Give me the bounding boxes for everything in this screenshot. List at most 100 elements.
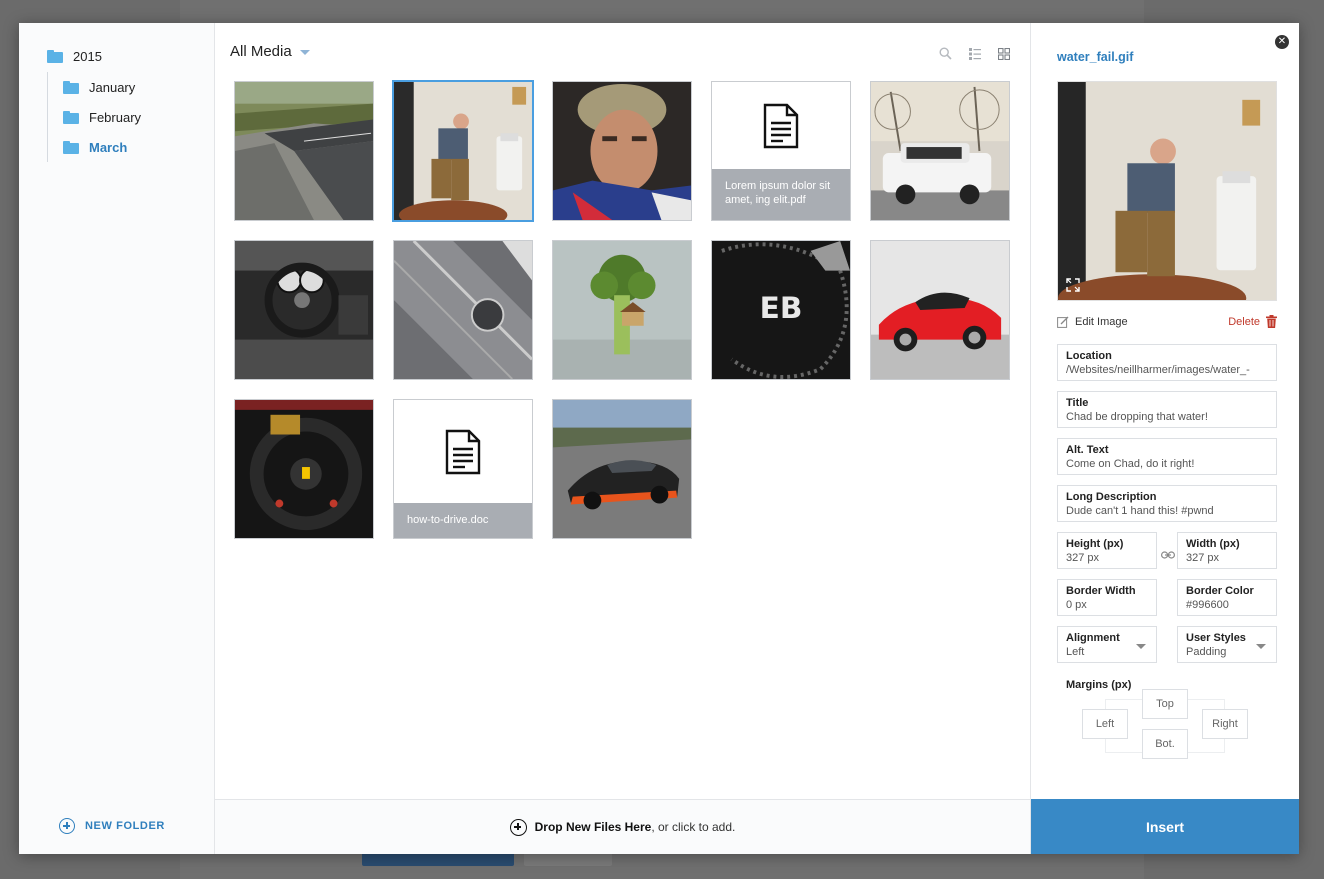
close-icon[interactable]: ✕ [1275,35,1289,49]
media-tile-ferrari-wheel[interactable] [234,399,374,539]
media-tile-water-fail[interactable] [393,81,533,221]
width-field[interactable]: Width (px) 327 px [1177,532,1277,569]
list-view-icon[interactable] [969,47,981,60]
title-field[interactable]: Title Chad be dropping that water! [1057,391,1277,428]
delete-button[interactable]: Delete [1228,315,1277,328]
long-description-field[interactable]: Long Description Dude can't 1 hand this!… [1057,485,1277,522]
image-preview [1057,81,1277,301]
file-caption: how-to-drive.doc [394,503,532,538]
border-color-field[interactable]: Border Color #996600 [1177,579,1277,616]
margin-bottom-input[interactable]: Bot. [1142,729,1188,759]
border-width-value: 0 px [1066,599,1087,611]
expand-icon[interactable] [1066,278,1080,292]
folder-label: March [89,139,128,155]
grid-view-icon[interactable] [998,47,1010,60]
media-tile-suv[interactable] [870,81,1010,221]
location-field[interactable]: Location /Websites/neillharmer/images/wa… [1057,344,1277,381]
media-filter-label: All Media [230,42,292,60]
height-label: Height (px) [1066,538,1124,550]
location-label: Location [1066,350,1112,362]
new-folder-button[interactable]: NEW FOLDER [59,818,165,834]
edit-icon [1057,316,1069,328]
folder-label: 2015 [73,48,102,64]
edit-image-button[interactable]: Edit Image [1057,316,1128,328]
broccoli-treehouse-image [553,241,691,379]
margin-top-input[interactable]: Top [1142,689,1188,719]
folder-icon [47,49,63,63]
red-sports-car-image [871,241,1009,379]
white-suv-image [871,82,1009,220]
delete-label: Delete [1228,315,1260,328]
folder-march[interactable]: March [63,132,214,162]
folder-tree: 2015 January February March [19,23,214,162]
dropzone-title: Drop New Files Here [534,820,652,834]
height-value: 327 px [1066,552,1100,564]
folder-sidebar: 2015 January February March NEW FOLDER [19,23,215,854]
media-tile-keychain[interactable]: EB [711,240,851,380]
folder-children: January February March [47,72,214,162]
folder-icon [63,80,79,94]
plus-circle-icon [509,818,527,836]
alignment-value: Left [1066,646,1085,658]
alt-text-field[interactable]: Alt. Text Come on Chad, do it right! [1057,438,1277,475]
file-dropzone[interactable]: Drop New Files Here , or click to add. [215,799,1030,854]
margins-label: Margins (px) [1066,679,1132,691]
folder-label: January [89,79,136,95]
chevron-down-icon [299,49,310,55]
folder-february[interactable]: February [63,102,214,132]
alt-text-value: Come on Chad, do it right! [1066,458,1195,470]
title-value: Chad be dropping that water! [1066,411,1208,423]
folder-2015[interactable]: 2015 [47,48,214,64]
runway-aerial-image [235,82,373,220]
media-tile-pdf[interactable]: Lorem ipsum dolor sit amet, ing elit.pdf [711,81,851,221]
margin-left-input[interactable]: Left [1082,709,1128,739]
media-tile-engine[interactable] [393,240,533,380]
media-toolbar: All Media [215,23,1030,79]
media-tile-dashboard[interactable] [234,240,374,380]
ferrari-steering-wheel-image [235,400,373,538]
bugatti-keychain-image: EB [712,241,850,379]
man-water-cooler-image [394,82,532,220]
edit-image-label: Edit Image [1075,315,1128,328]
preview-image [1058,82,1276,300]
alignment-label: Alignment [1066,632,1120,644]
alt-text-label: Alt. Text [1066,444,1109,456]
plus-circle-icon [59,818,75,834]
border-color-label: Border Color [1186,585,1254,597]
media-tile-runway[interactable] [234,81,374,221]
document-icon [763,103,799,149]
insert-button[interactable]: Insert [1031,799,1299,854]
document-icon [445,429,481,475]
engine-cover-image [394,241,532,379]
long-description-label: Long Description [1066,491,1157,503]
media-tile-red-car[interactable] [870,240,1010,380]
keychain-logo: EB [760,291,803,325]
border-width-label: Border Width [1066,585,1136,597]
view-controls [939,47,1010,60]
dropzone-hint: , or click to add. [651,820,736,834]
car-dashboard-image [235,241,373,379]
media-tile-portrait[interactable] [552,81,692,221]
width-value: 327 px [1186,552,1220,564]
border-width-field[interactable]: Border Width 0 px [1057,579,1157,616]
new-folder-label: NEW FOLDER [85,820,165,832]
user-styles-select[interactable]: User Styles Padding [1177,626,1277,663]
media-tile-broccoli[interactable] [552,240,692,380]
search-icon[interactable] [939,47,952,60]
margin-right-input[interactable]: Right [1202,709,1248,739]
alignment-select[interactable]: Alignment Left [1057,626,1157,663]
bugatti-track-image [553,400,691,538]
user-styles-label: User Styles [1186,632,1246,644]
media-filter-dropdown[interactable]: All Media [230,43,310,60]
folder-january[interactable]: January [63,72,214,102]
height-field[interactable]: Height (px) 327 px [1057,532,1157,569]
media-grid: Lorem ipsum dolor sit amet, ing elit.pdf [234,81,1010,539]
file-caption: Lorem ipsum dolor sit amet, ing elit.pdf [712,169,850,220]
media-tile-bugatti[interactable] [552,399,692,539]
folder-icon [63,110,79,124]
image-details-panel: ✕ water_fail.gif Edit Image Delete Locat… [1030,23,1299,854]
link-proportions-icon[interactable] [1161,546,1176,564]
folder-icon [63,140,79,154]
image-actions: Edit Image Delete [1057,315,1277,328]
media-tile-doc[interactable]: how-to-drive.doc [393,399,533,539]
